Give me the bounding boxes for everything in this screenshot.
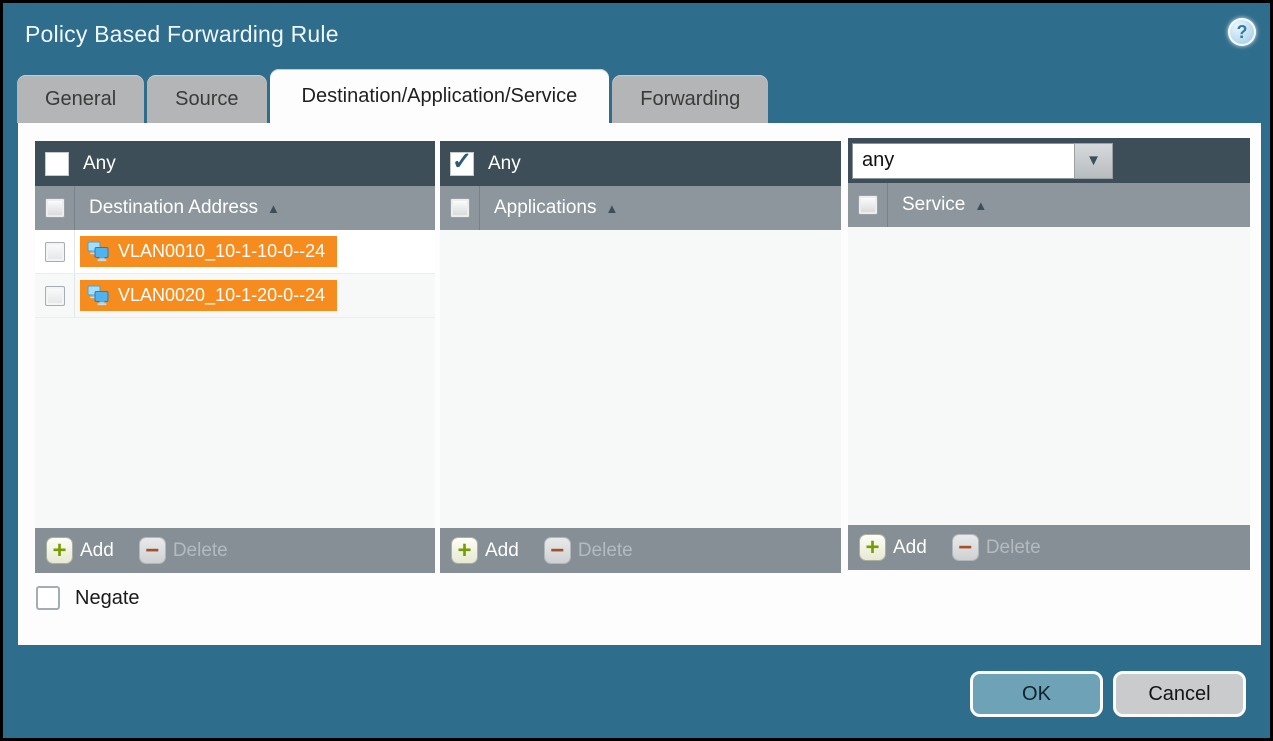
service-dropdown[interactable]: any ▼ [852, 143, 1113, 179]
checkmark-icon: ✓ [452, 150, 472, 174]
applications-list [440, 230, 841, 528]
sort-ascending-icon[interactable]: ▲ [267, 201, 280, 216]
table-row: VLAN0010_10-1-10-0--24 [35, 230, 435, 274]
destination-any-label: Any [83, 153, 116, 175]
applications-column-label[interactable]: Applications [494, 197, 596, 219]
destination-row1-checkbox[interactable] [45, 242, 65, 262]
network-address-icon [86, 241, 110, 263]
destination-footer: + Add − Delete [35, 528, 435, 573]
ok-button[interactable]: OK [970, 671, 1103, 717]
service-footer: + Add − Delete [848, 525, 1250, 570]
help-icon[interactable]: ? [1228, 18, 1256, 46]
destination-item-vlan0010[interactable]: VLAN0010_10-1-10-0--24 [80, 236, 337, 267]
destination-row2-checkbox[interactable] [45, 286, 65, 306]
applications-panel: ✓ Any Applications ▲ + Add − Delete [440, 141, 841, 573]
network-address-icon [86, 285, 110, 307]
applications-footer: + Add − Delete [440, 528, 841, 573]
tab-content: Any Destination Address ▲ [18, 123, 1261, 645]
applications-any-label: Any [488, 153, 521, 175]
add-icon[interactable]: + [860, 535, 885, 560]
add-icon[interactable]: + [452, 538, 477, 563]
destination-delete-button[interactable]: Delete [173, 540, 228, 562]
destination-select-all-checkbox[interactable] [45, 198, 65, 218]
service-delete-button[interactable]: Delete [986, 537, 1041, 559]
applications-column-header: Applications ▲ [440, 186, 841, 230]
sort-ascending-icon[interactable]: ▲ [974, 198, 987, 213]
table-row: VLAN0020_10-1-20-0--24 [35, 274, 435, 318]
delete-icon[interactable]: − [545, 538, 570, 563]
negate-group: Negate [36, 586, 140, 610]
service-dropdown-value[interactable]: any [852, 143, 1074, 179]
delete-icon[interactable]: − [140, 538, 165, 563]
tab-general[interactable]: General [17, 75, 144, 123]
service-any-bar: any ▼ [848, 138, 1250, 183]
service-panel: any ▼ Service ▲ + Add − Delete [848, 138, 1250, 570]
applications-add-button[interactable]: Add [485, 540, 519, 562]
tab-destination-application-service[interactable]: Destination/Application/Service [270, 69, 610, 123]
service-list [848, 227, 1250, 525]
delete-icon[interactable]: − [953, 535, 978, 560]
tab-bar: General Source Destination/Application/S… [17, 69, 768, 123]
service-dropdown-button[interactable]: ▼ [1074, 143, 1113, 179]
destination-list: VLAN0010_10-1-10-0--24 [35, 230, 435, 528]
service-column-header: Service ▲ [848, 183, 1250, 227]
negate-checkbox[interactable] [36, 586, 60, 610]
destination-column-label[interactable]: Destination Address [89, 197, 258, 219]
tab-source[interactable]: Source [147, 75, 266, 123]
applications-any-checkbox[interactable]: ✓ [450, 152, 474, 176]
service-select-all-checkbox[interactable] [858, 195, 878, 215]
policy-based-forwarding-dialog: Policy Based Forwarding Rule ? General S… [0, 0, 1273, 741]
destination-add-button[interactable]: Add [80, 540, 114, 562]
applications-any-bar: ✓ Any [440, 141, 841, 186]
sort-ascending-icon[interactable]: ▲ [605, 201, 618, 216]
destination-address-panel: Any Destination Address ▲ [35, 141, 435, 573]
applications-select-all-checkbox[interactable] [450, 198, 470, 218]
add-icon[interactable]: + [47, 538, 72, 563]
destination-any-checkbox[interactable] [45, 152, 69, 176]
service-add-button[interactable]: Add [893, 537, 927, 559]
chevron-down-icon: ▼ [1086, 152, 1101, 169]
negate-label: Negate [75, 587, 140, 610]
applications-delete-button[interactable]: Delete [578, 540, 633, 562]
destination-any-bar: Any [35, 141, 435, 186]
destination-item-label: VLAN0010_10-1-10-0--24 [118, 241, 325, 262]
tab-forwarding[interactable]: Forwarding [612, 75, 768, 123]
destination-column-header: Destination Address ▲ [35, 186, 435, 230]
service-column-label[interactable]: Service [902, 194, 965, 216]
destination-item-label: VLAN0020_10-1-20-0--24 [118, 285, 325, 306]
dialog-title: Policy Based Forwarding Rule [25, 21, 339, 48]
cancel-button[interactable]: Cancel [1113, 671, 1246, 717]
destination-item-vlan0020[interactable]: VLAN0020_10-1-20-0--24 [80, 280, 337, 311]
